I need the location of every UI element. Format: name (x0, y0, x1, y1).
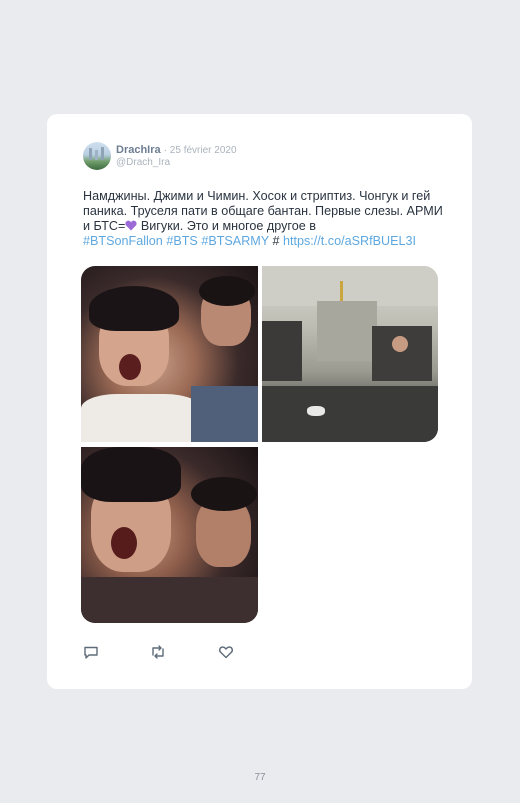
photo-3[interactable] (81, 447, 258, 623)
author-handle[interactable]: @Drach_Ira (116, 157, 170, 168)
photo-1[interactable] (81, 266, 258, 442)
hashtag-empty: # (272, 234, 280, 248)
like-icon[interactable] (218, 644, 234, 660)
reply-icon[interactable] (83, 644, 99, 660)
tweet-text-after: Вигуки. Это и многое другое в (137, 219, 316, 233)
tweet-link[interactable]: https://t.co/aSRfBUEL3I (283, 234, 416, 248)
tweet-date[interactable]: · 25 février 2020 (164, 145, 237, 156)
tweet-actions (83, 644, 243, 662)
hashtag-bts[interactable]: #BTS (166, 234, 198, 248)
author-line: DrachIra · 25 février 2020 (116, 144, 237, 156)
tweet-card: DrachIra · 25 février 2020 @Drach_Ira На… (47, 114, 472, 689)
media-grid (81, 266, 438, 623)
hashtag-btsonfallon[interactable]: #BTSonFallon (83, 234, 163, 248)
retweet-icon[interactable] (150, 644, 166, 660)
tweet-text: Намджины. Джими и Чимин. Хосок и стрипти… (83, 189, 443, 249)
hashtag-btsarmy[interactable]: #BTSARMY (201, 234, 269, 248)
purple-heart-icon (125, 220, 137, 231)
avatar[interactable] (83, 142, 111, 170)
photo-2[interactable] (262, 266, 438, 442)
author-name[interactable]: DrachIra (116, 144, 161, 156)
page-number: 77 (254, 772, 266, 783)
